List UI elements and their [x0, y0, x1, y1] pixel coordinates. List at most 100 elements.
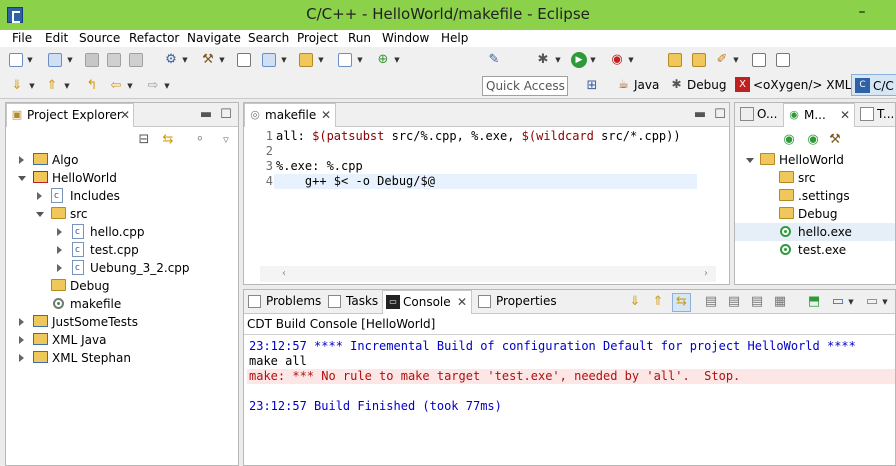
debug-dropdown-icon[interactable]: ▼ — [554, 52, 562, 68]
scroll-left-icon[interactable]: ‹ — [282, 266, 286, 282]
new-class-dropdown-icon[interactable]: ▼ — [280, 52, 288, 68]
title-bar[interactable]: C/C++ - HelloWorld/makefile - Eclipse – — [0, 0, 896, 30]
code-line[interactable]: all: $(patsubst src/%.cpp, %.exe, $(wild… — [276, 129, 681, 144]
tree-item-makefile[interactable]: makefile — [6, 295, 238, 313]
menu-project[interactable]: Project — [297, 30, 338, 46]
next-annotation-icon[interactable]: ⇓ — [9, 78, 25, 94]
console-display-dropdown-icon[interactable]: ▼ — [847, 294, 855, 310]
tree-item-xml-java[interactable]: XML Java — [6, 331, 238, 349]
perspective-cpp[interactable]: C C/C — [851, 74, 896, 96]
new-class-icon[interactable] — [262, 53, 276, 67]
perspective-java[interactable]: ☕ Java — [613, 74, 659, 96]
tree-item-includes[interactable]: Includes — [6, 187, 238, 205]
save-icon[interactable] — [85, 53, 99, 67]
pin-console-icon[interactable]: ▦ — [772, 294, 788, 310]
debug-icon[interactable]: ✱ — [535, 52, 551, 68]
expand-icon[interactable] — [19, 318, 24, 326]
close-icon[interactable]: ✕ — [840, 104, 850, 127]
tab-properties[interactable]: Properties — [474, 290, 557, 314]
collapse-all-icon[interactable]: ⊟ — [136, 132, 152, 148]
expand-icon[interactable] — [37, 192, 42, 200]
scroll-lock-icon[interactable]: ▤ — [703, 294, 719, 310]
menu-help[interactable]: Help — [441, 30, 468, 46]
open-element-dropdown-icon[interactable]: ▼ — [393, 52, 401, 68]
last-edit-location-icon[interactable]: ↰ — [84, 78, 100, 94]
tree-item-src[interactable]: src — [6, 205, 238, 223]
tree-item-debug[interactable]: Debug — [735, 205, 895, 223]
open-perspective-icon[interactable]: ⊞ — [584, 78, 600, 94]
tree-item-helloworld[interactable]: HelloWorld — [735, 151, 895, 169]
next-annotation-dropdown-icon[interactable]: ▼ — [28, 78, 36, 94]
previous-error-icon[interactable]: ⇑ — [650, 294, 666, 310]
search-dropdown-icon[interactable]: ▼ — [732, 52, 740, 68]
binary-icon[interactable] — [237, 53, 251, 67]
tree-item-src[interactable]: src — [735, 169, 895, 187]
menu-search[interactable]: Search — [248, 30, 289, 46]
external-tools-dropdown-icon[interactable]: ▼ — [627, 52, 635, 68]
menu-file[interactable]: File — [12, 30, 32, 46]
next-error-icon[interactable]: ⇓ — [627, 294, 643, 310]
new-folder-icon[interactable] — [299, 53, 313, 67]
expand-icon[interactable] — [57, 246, 62, 254]
previous-annotation-dropdown-icon[interactable]: ▼ — [63, 78, 71, 94]
show-whitespace-icon[interactable] — [776, 53, 790, 67]
menu-edit[interactable]: Edit — [45, 30, 68, 46]
view-menu-icon[interactable]: ▽ — [222, 132, 230, 148]
tree-item-uebung-cpp[interactable]: Uebung_3_2.cpp — [6, 259, 238, 277]
menu-source[interactable]: Source — [79, 30, 120, 46]
previous-annotation-icon[interactable]: ⇑ — [44, 78, 60, 94]
collapse-icon[interactable] — [18, 176, 26, 181]
add-target-icon[interactable]: ◉ — [805, 132, 821, 148]
back-icon[interactable]: ⇦ — [108, 78, 124, 94]
minimize-view-icon[interactable]: ▬ — [198, 107, 214, 123]
tab-outline[interactable]: O... — [737, 103, 781, 127]
expand-icon[interactable] — [19, 354, 24, 362]
tab-makefile[interactable]: ◎ makefile ✕ — [244, 103, 336, 127]
expand-icon[interactable] — [19, 336, 24, 344]
console-display-icon[interactable]: ▭ — [830, 294, 846, 310]
close-icon[interactable]: ✕ — [457, 291, 467, 314]
link-editor-icon[interactable]: ⇆ — [160, 132, 176, 148]
save-all-icon[interactable] — [107, 53, 121, 67]
new-project-dropdown-icon[interactable]: ▼ — [66, 52, 74, 68]
expand-icon[interactable] — [57, 228, 62, 236]
menu-refactor[interactable]: Refactor — [129, 30, 179, 46]
tree-item-hello-exe[interactable]: hello.exe — [735, 223, 895, 241]
toggle-mark-icon[interactable] — [752, 53, 766, 67]
tab-make-targets[interactable]: ◉ M... ✕ — [783, 103, 855, 127]
maximize-view-icon[interactable]: ☐ — [712, 107, 728, 123]
print-icon[interactable] — [129, 53, 143, 67]
quick-access-field[interactable]: Quick Access — [482, 76, 568, 96]
scroll-right-icon[interactable]: › — [704, 266, 708, 282]
tree-item-test-cpp[interactable]: test.cpp — [6, 241, 238, 259]
new-source-file-icon[interactable] — [338, 53, 352, 67]
close-icon[interactable]: ✕ — [321, 104, 331, 127]
minimize-button[interactable]: – — [852, 4, 872, 22]
tab-console[interactable]: ▭ Console ✕ — [382, 290, 472, 314]
tree-item-settings[interactable]: .settings — [735, 187, 895, 205]
build-target-icon[interactable]: ◉ — [781, 132, 797, 148]
tree-item-xml-stephan[interactable]: XML Stephan — [6, 349, 238, 367]
expand-icon[interactable] — [19, 156, 24, 164]
back-dropdown-icon[interactable]: ▼ — [126, 78, 134, 94]
forward-icon[interactable]: ⇨ — [145, 78, 161, 94]
run-icon[interactable]: ▶ — [571, 52, 587, 68]
open-console-dropdown-icon[interactable]: ▼ — [881, 294, 889, 310]
collapse-icon[interactable] — [746, 158, 754, 163]
tab-problems[interactable]: Problems — [244, 290, 322, 314]
external-tools-icon[interactable]: ◉ — [609, 52, 625, 68]
new-dropdown-icon[interactable]: ▼ — [26, 52, 34, 68]
word-wrap-icon[interactable]: ▤ — [749, 294, 765, 310]
new-icon[interactable] — [9, 53, 23, 67]
new-source-dropdown-icon[interactable]: ▼ — [356, 52, 364, 68]
tree-item-test-exe[interactable]: test.exe — [735, 241, 895, 259]
build-settings-dropdown-icon[interactable]: ▼ — [181, 52, 189, 68]
tab-task-list[interactable]: T... — [857, 103, 896, 127]
tree-item-algo[interactable]: Algo — [6, 151, 238, 169]
skip-breakpoints-icon[interactable]: ✎ — [486, 52, 502, 68]
tab-tasks[interactable]: Tasks — [324, 290, 380, 314]
code-line[interactable]: %.exe: %.cpp — [276, 159, 363, 174]
tree-item-justsometests[interactable]: JustSomeTests — [6, 313, 238, 331]
tree-item-debug[interactable]: Debug — [6, 277, 238, 295]
search-icon[interactable]: ✐ — [714, 52, 730, 68]
